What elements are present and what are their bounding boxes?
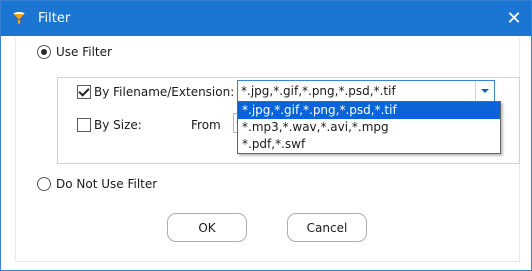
do-not-use-filter-radio[interactable]	[37, 177, 51, 191]
close-button[interactable]: ✕	[497, 1, 531, 36]
by-size-checkbox[interactable]	[77, 118, 91, 132]
extension-combobox[interactable]: *.jpg,*.gif,*.png,*.psd,*.tif	[237, 80, 495, 102]
by-filename-checkbox[interactable]	[77, 85, 91, 99]
use-filter-label: Use Filter	[56, 45, 112, 59]
cancel-button[interactable]: Cancel	[287, 213, 367, 242]
dropdown-option[interactable]: *.mp3,*.wav,*.avi,*.mpg	[238, 119, 500, 136]
window-title: Filter	[38, 11, 71, 26]
title-bar: Filter ✕	[1, 1, 531, 36]
from-label: From	[191, 118, 221, 132]
filter-dialog: Filter ✕ Use Filter By Filename/Extensio…	[0, 0, 532, 271]
by-filename-label: By Filename/Extension:	[94, 85, 235, 99]
filter-app-icon	[12, 11, 26, 25]
extension-combobox-value: *.jpg,*.gif,*.png,*.psd,*.tif	[241, 84, 396, 98]
ok-button[interactable]: OK	[167, 213, 247, 242]
do-not-use-filter-label: Do Not Use Filter	[56, 177, 158, 191]
use-filter-radio[interactable]	[37, 45, 51, 59]
dropdown-option[interactable]: *.pdf,*.swf	[238, 136, 500, 153]
close-icon: ✕	[506, 8, 522, 29]
chevron-down-icon[interactable]	[475, 81, 494, 101]
by-size-label: By Size:	[94, 118, 142, 132]
dialog-content: Use Filter By Filename/Extension: *.jpg,…	[15, 37, 520, 262]
extension-dropdown-list: *.jpg,*.gif,*.png,*.psd,*.tif *.mp3,*.wa…	[237, 101, 501, 154]
dropdown-option[interactable]: *.jpg,*.gif,*.png,*.psd,*.tif	[238, 102, 500, 119]
